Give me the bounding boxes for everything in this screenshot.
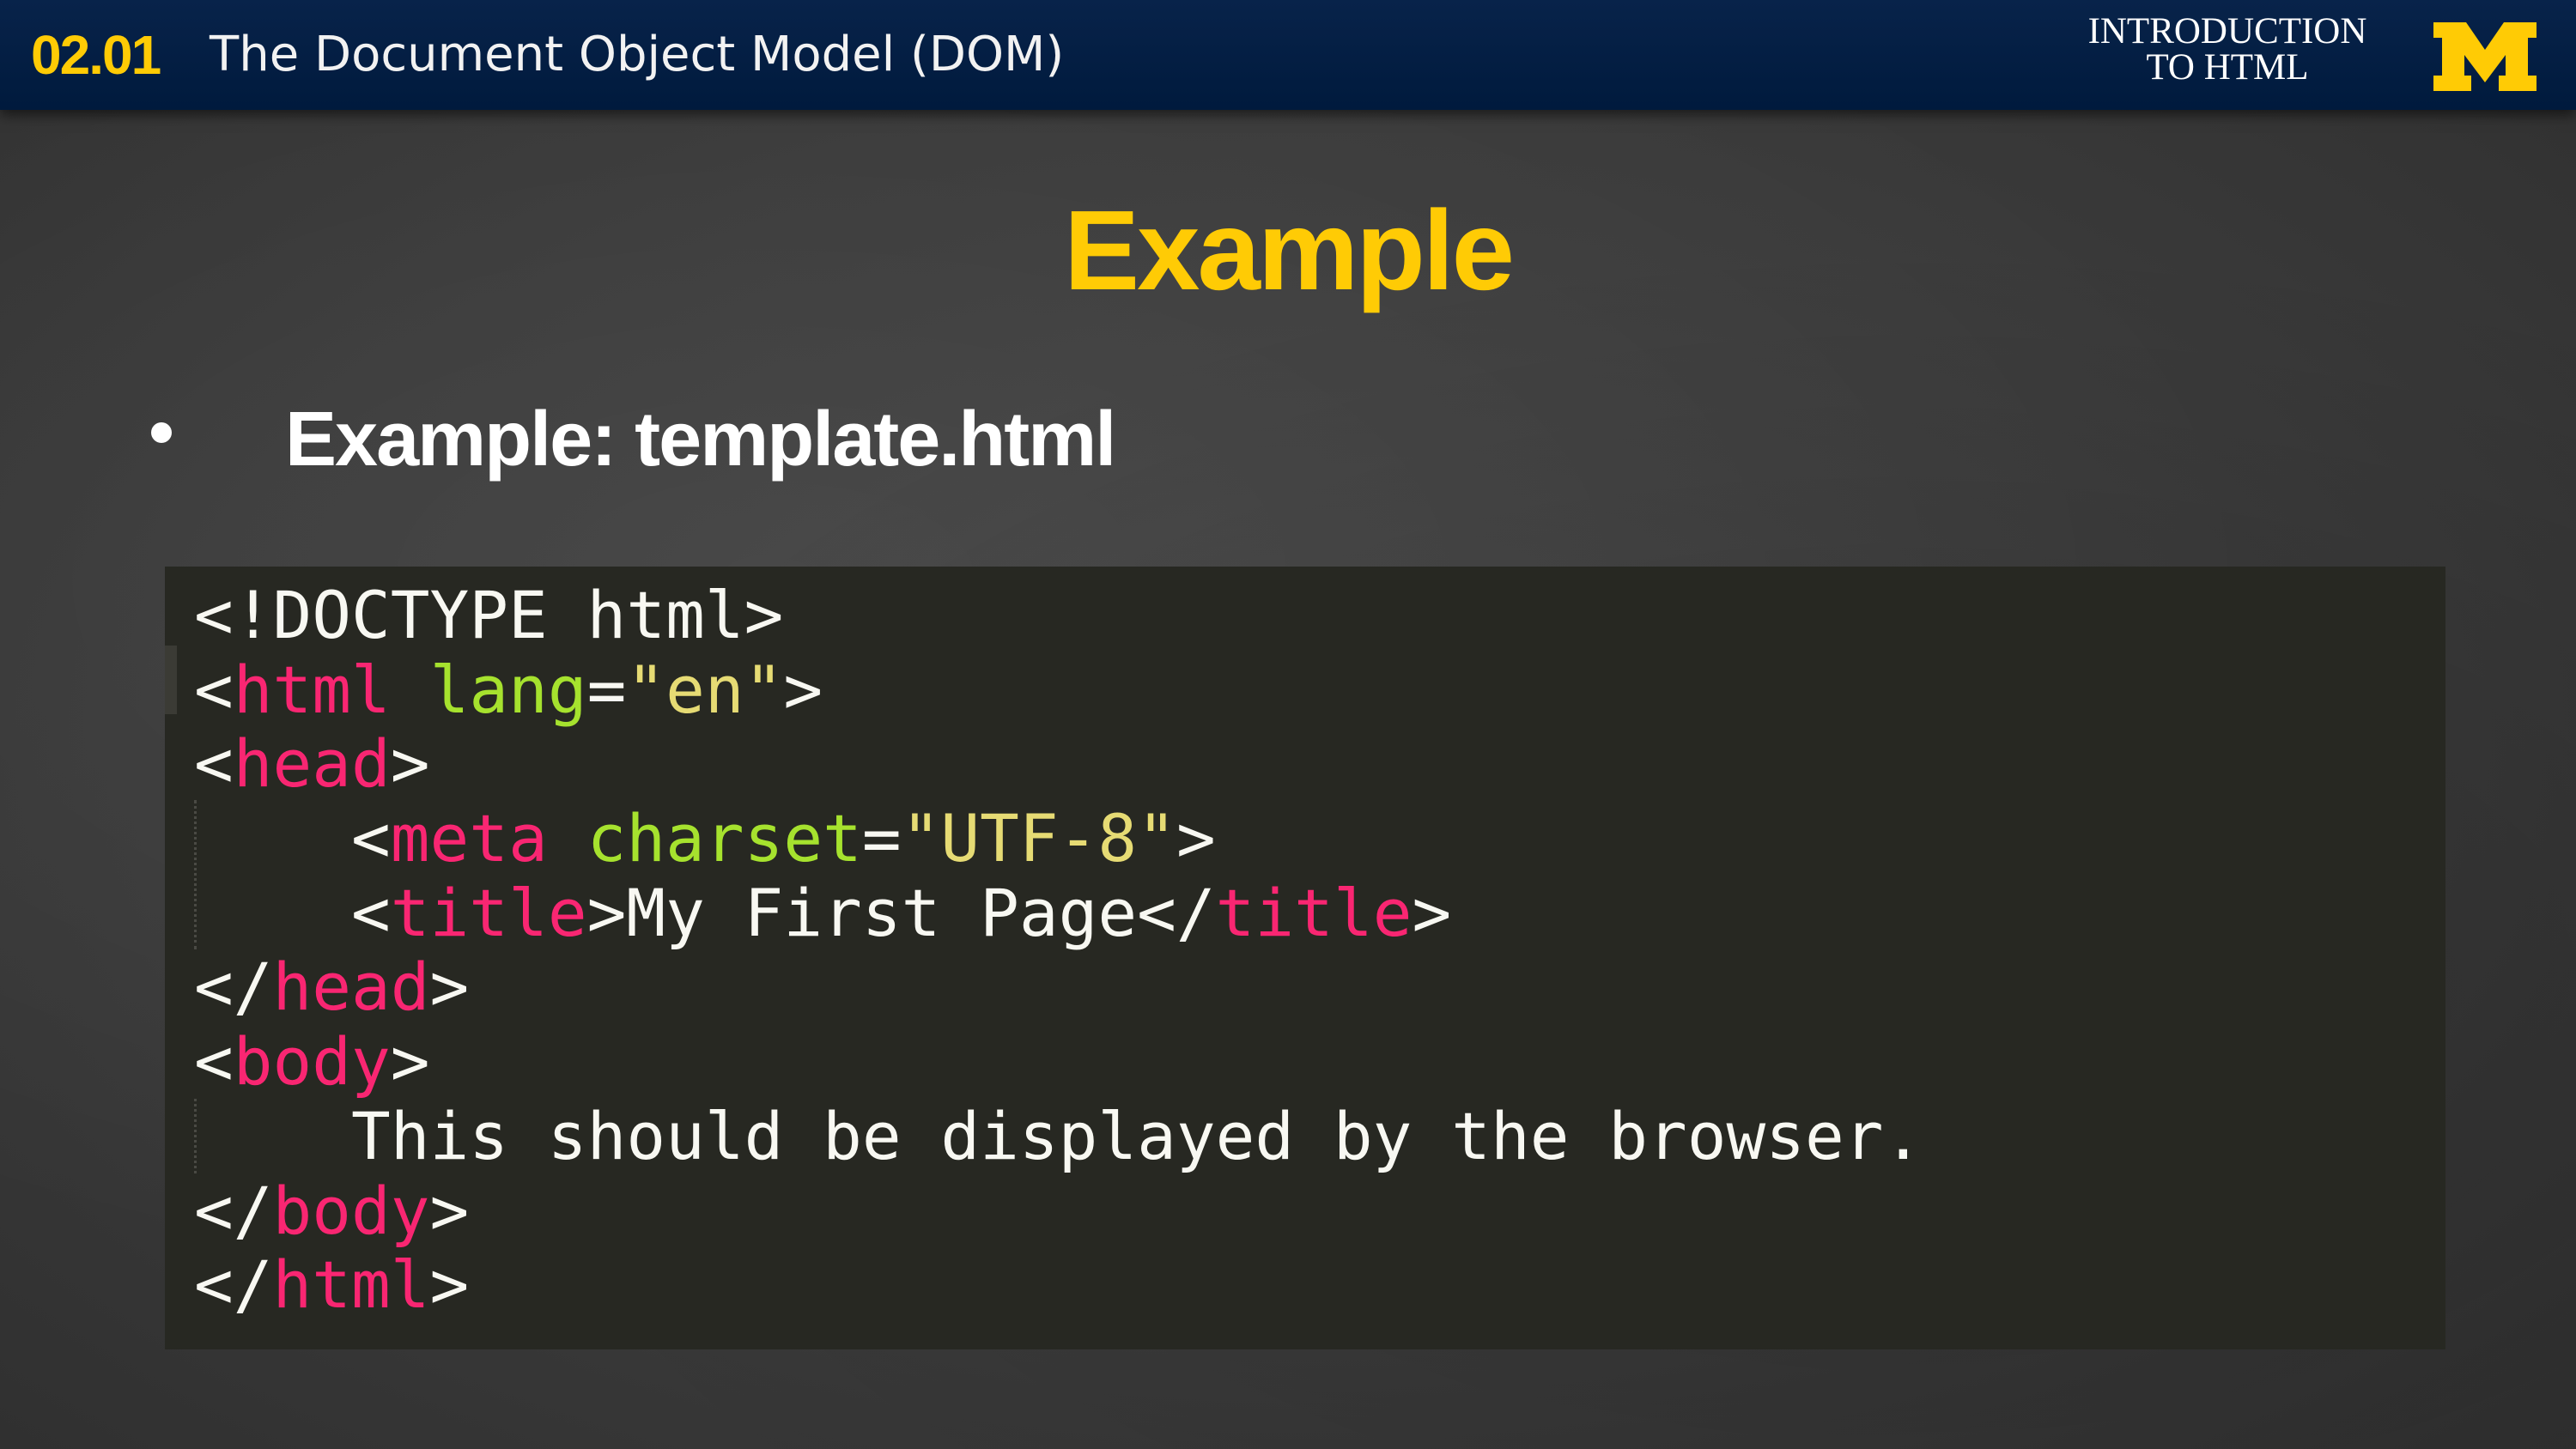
- code-token-text: >: [429, 1246, 470, 1324]
- code-token-text: <: [351, 874, 391, 951]
- code-token-string: "UTF-8": [901, 800, 1176, 877]
- code-token-text: >: [390, 725, 430, 803]
- code-token-tag: html: [233, 651, 391, 728]
- code-token-text: >: [429, 1172, 470, 1249]
- course-name-line1: INTRODUCTION: [2087, 11, 2367, 52]
- code-token-text: >: [429, 949, 470, 1026]
- code-token-tag: meta: [390, 800, 548, 877]
- code-token-attribute: charset: [586, 800, 862, 877]
- code-token-text: </: [194, 949, 273, 1026]
- lesson-number: 02.01: [31, 24, 161, 86]
- code-token-text: =: [861, 800, 902, 877]
- code-token-text: <: [194, 725, 234, 803]
- slide-title: Example: [1064, 187, 1515, 313]
- code-token-tag: head: [272, 949, 430, 1026]
- code-token-tag: html: [272, 1246, 430, 1324]
- code-line: <head>: [194, 727, 1923, 802]
- code-line: </head>: [194, 950, 1923, 1025]
- code-listing: <!DOCTYPE html> <html lang="en"> <head> <m…: [194, 577, 1923, 1324]
- code-gutter-marker: [165, 646, 177, 714]
- code-token-text: <: [351, 800, 391, 877]
- code-line: <!DOCTYPE html>: [194, 577, 1923, 653]
- university-block-m-logo-icon: [2433, 22, 2537, 91]
- lesson-title: The Document Object Model (DOM): [210, 27, 1065, 82]
- code-line: <title>My First Page</title>: [194, 876, 1923, 951]
- code-token-text: >: [783, 651, 823, 728]
- code-token-tag: title: [390, 874, 587, 951]
- code-token-text: </: [194, 1172, 273, 1249]
- code-token-text: =: [586, 651, 627, 728]
- code-line: <meta charset="UTF-8">: [194, 800, 1923, 877]
- code-line: </body>: [194, 1172, 1923, 1249]
- code-block: <!DOCTYPE html> <html lang="en"> <head> <m…: [165, 567, 2445, 1349]
- code-token-text: <: [194, 651, 234, 728]
- code-line: <body>: [194, 1023, 1923, 1100]
- bullet-dot-icon: [151, 422, 172, 443]
- course-name: INTRODUCTION TO HTML: [2047, 11, 2408, 88]
- code-token-text: <!DOCTYPE html>: [194, 577, 784, 653]
- code-token-tag: body: [272, 1172, 430, 1249]
- code-token-tag: body: [233, 1023, 391, 1100]
- code-token-text: >: [390, 1023, 430, 1100]
- code-token-attribute: lang: [429, 651, 587, 728]
- slide-header: 02.01 The Document Object Model (DOM) IN…: [0, 0, 2576, 110]
- code-token-string: "en": [626, 651, 784, 728]
- code-token-text: >: [1176, 800, 1216, 877]
- code-token-text: <: [194, 1023, 234, 1100]
- code-line: <html lang="en">: [194, 651, 1923, 728]
- code-token-text: >: [1412, 874, 1452, 951]
- code-token-text: </: [194, 1246, 273, 1324]
- code-line: </html>: [194, 1246, 1923, 1324]
- course-name-line2: TO HTML: [2146, 47, 2309, 88]
- code-token-text: This should be displayed by the browser.: [351, 1097, 1923, 1174]
- bullet-text: Example: template.html: [285, 397, 1116, 482]
- code-token-tag: title: [1215, 874, 1413, 951]
- code-line: This should be displayed by the browser.: [194, 1097, 1923, 1174]
- code-token-text: >My First Page</: [586, 874, 1216, 951]
- code-token-tag: head: [233, 725, 391, 803]
